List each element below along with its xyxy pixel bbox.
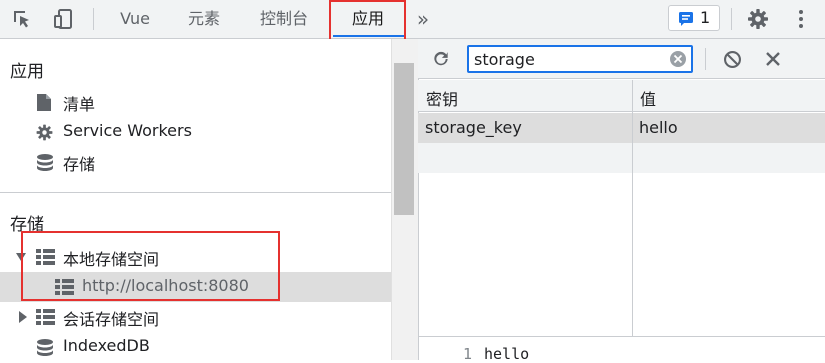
sidebar-item-label: Service Workers <box>63 121 192 140</box>
clear-all-icon[interactable] <box>722 49 743 70</box>
preview-value-text: hello <box>484 345 530 363</box>
storage-table-header: 密钥 值 <box>418 80 825 112</box>
delete-selected-icon[interactable] <box>764 50 782 68</box>
database-icon <box>37 339 53 356</box>
app-section-title: 应用 <box>10 62 44 82</box>
refresh-icon[interactable] <box>431 49 451 69</box>
document-icon <box>37 94 51 111</box>
device-toggle-icon[interactable] <box>52 7 76 31</box>
highlight-box-local-storage <box>21 231 280 301</box>
collapsed-triangle-icon[interactable] <box>18 311 28 323</box>
sidebar-item-label: IndexedDB <box>63 336 150 355</box>
table-row-empty[interactable] <box>418 143 825 173</box>
column-header-value[interactable]: 值 <box>640 86 656 110</box>
sidebar-item-label: 存储 <box>63 155 96 174</box>
sidebar-item-service-workers[interactable]: Service Workers <box>0 117 391 147</box>
sidebar-item-indexeddb[interactable]: IndexedDB <box>0 332 391 362</box>
sidebar-item-session-storage[interactable]: 会话存储空间 <box>0 302 391 332</box>
more-tabs-button[interactable]: » <box>412 0 434 38</box>
preview-divider <box>418 336 825 337</box>
message-icon <box>679 12 693 26</box>
sidebar-item-storage[interactable]: 存储 <box>0 147 391 177</box>
sidebar-item-manifest[interactable]: 清单 <box>0 87 391 117</box>
devtools-toolbar: Vue 元素 控制台 应用 » 1 <box>0 0 825 46</box>
clear-filter-icon[interactable] <box>669 50 687 68</box>
settings-gear-icon[interactable] <box>746 7 770 31</box>
issues-button[interactable]: 1 <box>668 5 720 31</box>
cell-key: storage_key <box>425 118 522 137</box>
inspect-element-icon[interactable] <box>10 7 34 31</box>
toolbar-separator <box>93 8 94 30</box>
table-row[interactable]: storage_key hello <box>418 113 825 143</box>
sidebar-scrollbar-thumb[interactable] <box>394 63 414 215</box>
gear-icon <box>36 124 53 141</box>
cell-value: hello <box>639 118 678 137</box>
sidebar-item-label: 清单 <box>63 95 96 114</box>
preview-line-number: 1 <box>463 345 473 363</box>
table-icon <box>36 309 55 325</box>
tab-console[interactable]: 控制台 <box>246 0 322 38</box>
filter-separator <box>705 48 706 70</box>
storage-filter-input[interactable] <box>467 45 693 73</box>
database-icon <box>37 154 53 171</box>
tab-elements[interactable]: 元素 <box>174 0 234 38</box>
issues-count: 1 <box>700 8 711 27</box>
sidebar-divider <box>0 192 391 193</box>
more-options-icon[interactable] <box>789 7 813 31</box>
toolbar-separator <box>731 8 732 30</box>
column-divider <box>632 80 633 336</box>
tab-vue[interactable]: Vue <box>107 0 163 38</box>
sidebar-item-label: 会话存储空间 <box>63 310 160 329</box>
column-header-key[interactable]: 密钥 <box>426 86 458 110</box>
